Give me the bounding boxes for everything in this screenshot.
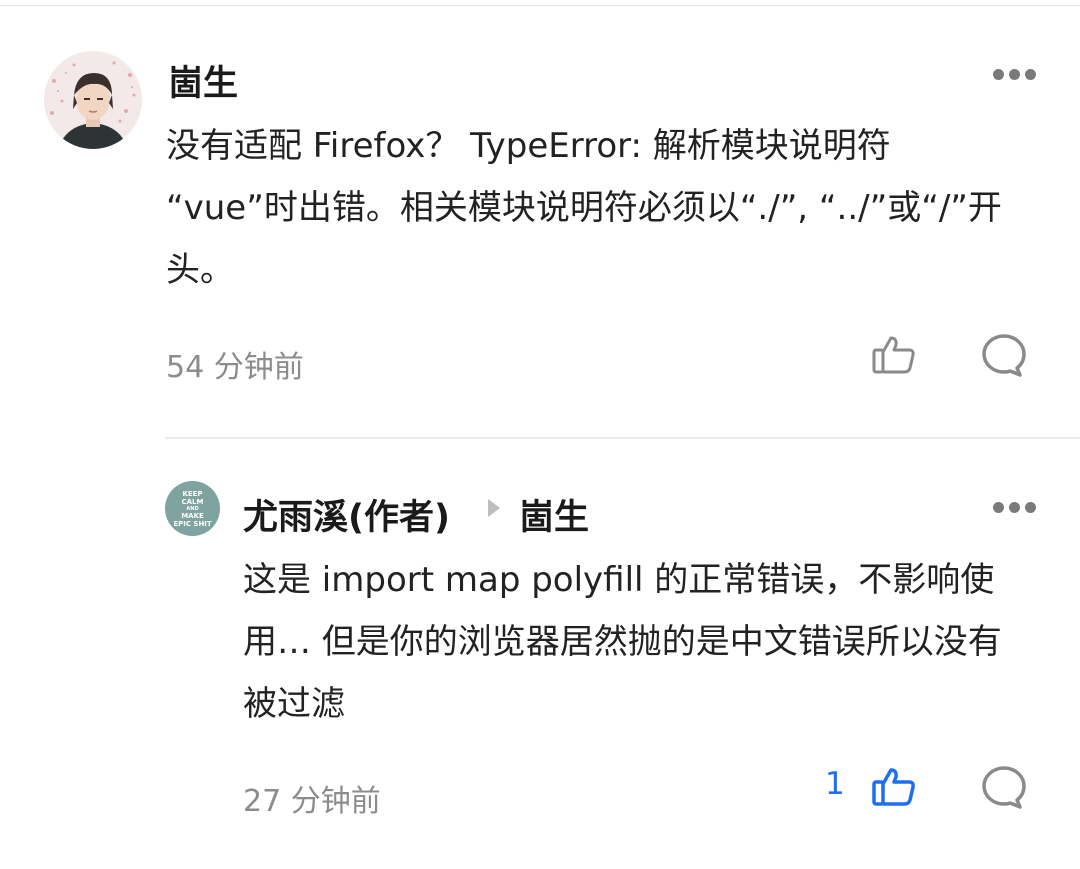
author-avatar[interactable] (44, 51, 142, 149)
avatar-text-line: KEEP (182, 489, 203, 498)
liked-icon[interactable] (869, 762, 919, 812)
reply-time: 27 分钟前 (243, 784, 381, 819)
avatar-text-line: EPIC SHIT (173, 519, 212, 528)
comment-author-name[interactable]: 崮生 (168, 55, 238, 106)
more-options-icon[interactable] (993, 69, 1036, 80)
reply-more-options-icon[interactable] (993, 502, 1036, 513)
comment-reply-icon[interactable] (979, 330, 1029, 380)
reply-comment-icon[interactable] (979, 762, 1029, 812)
user-avatar-icon (44, 51, 142, 149)
reply-to-name[interactable]: 崮生 (519, 489, 589, 540)
avatar-text-line: CALM (181, 497, 204, 506)
reply-author-avatar[interactable]: KEEP CALM AND MAKE EPIC SHIT (165, 481, 220, 536)
reply-arrow-icon (488, 499, 500, 517)
top-divider (0, 5, 1080, 6)
avatar-text-line: MAKE (181, 511, 204, 520)
like-icon[interactable] (869, 330, 919, 380)
reply-author-name[interactable]: 尤雨溪(作者) (243, 489, 450, 540)
section-divider (165, 437, 1080, 439)
reply-text: 这是 import map polyfill 的正常错误，不影响使用… 但是你的… (243, 560, 1002, 724)
like-count: 1 (825, 766, 845, 802)
comment-text: 没有适配 Firefox？ TypeError: 解析模块说明符 “vue”时出… (166, 126, 1002, 290)
comment-time: 54 分钟前 (166, 350, 304, 385)
